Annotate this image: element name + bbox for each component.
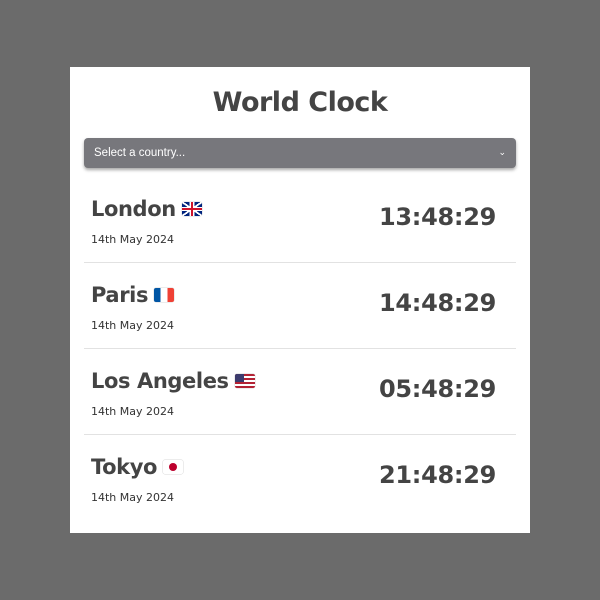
uk-flag-icon bbox=[181, 202, 202, 216]
france-flag-icon bbox=[154, 288, 175, 302]
country-select[interactable]: Select a country... ⌄ bbox=[84, 138, 516, 168]
clock-row-los-angeles: Los Angeles 14th May 2024 05:48:29 bbox=[84, 349, 516, 435]
city-name: London bbox=[91, 197, 176, 221]
clock-time: 05:48:29 bbox=[379, 375, 496, 403]
clock-time: 13:48:29 bbox=[379, 203, 496, 231]
clock-date: 14th May 2024 bbox=[91, 319, 175, 332]
world-clock-card: World Clock Select a country... ⌄ London… bbox=[70, 67, 530, 533]
city-name: Los Angeles bbox=[91, 369, 229, 393]
clock-date: 14th May 2024 bbox=[91, 405, 175, 418]
clock-list: London 14th May 2024 13:48:29 Paris 14th… bbox=[84, 177, 516, 521]
japan-flag-icon bbox=[163, 460, 184, 474]
clock-date: 14th May 2024 bbox=[91, 491, 175, 504]
page-title: World Clock bbox=[212, 87, 388, 118]
clock-time: 21:48:29 bbox=[379, 461, 496, 489]
city-name: Tokyo bbox=[91, 455, 158, 479]
chevron-down-icon: ⌄ bbox=[498, 148, 506, 158]
clock-date: 14th May 2024 bbox=[91, 233, 175, 246]
city-name: Paris bbox=[91, 283, 149, 307]
us-flag-icon bbox=[234, 374, 255, 388]
clock-row-paris: Paris 14th May 2024 14:48:29 bbox=[84, 263, 516, 349]
clock-row-london: London 14th May 2024 13:48:29 bbox=[84, 177, 516, 263]
clock-time: 14:48:29 bbox=[379, 289, 496, 317]
country-select-placeholder: Select a country... bbox=[94, 147, 186, 159]
clock-row-tokyo: Tokyo 14th May 2024 21:48:29 bbox=[84, 435, 516, 521]
